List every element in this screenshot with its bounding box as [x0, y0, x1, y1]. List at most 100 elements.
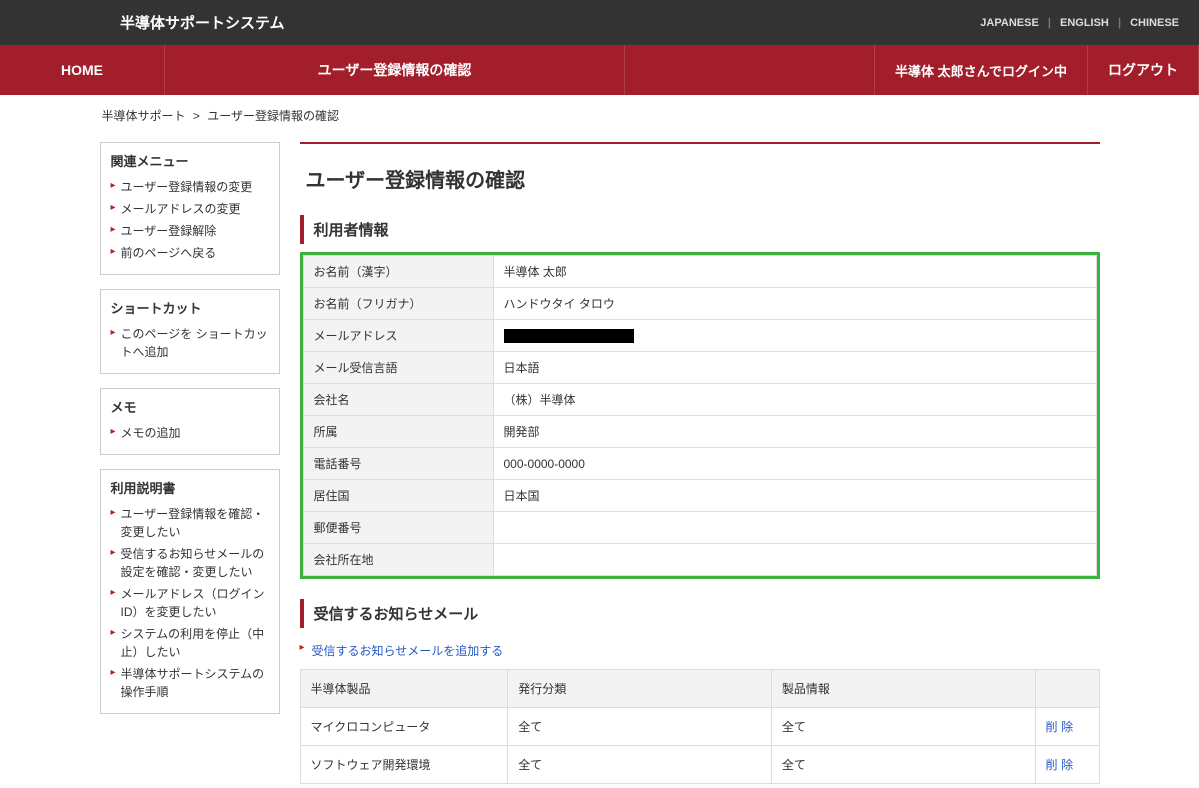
value: 000-0000-0000: [493, 448, 1096, 480]
sidebar-list: ユーザー登録情報を確認・変更したい 受信するお知らせメールの設定を確認・変更した…: [111, 503, 269, 703]
nav-spacer: [625, 45, 874, 95]
col-action: [1035, 670, 1099, 708]
delete-link[interactable]: 削除: [1046, 720, 1077, 734]
table-row: お名前（漢字）半導体 太郎: [303, 256, 1096, 288]
sidebar-box-title: ショートカット: [111, 298, 269, 317]
cell-info: 全て: [771, 746, 1035, 784]
breadcrumb: 半導体サポート > ユーザー登録情報の確認: [100, 107, 1100, 124]
table-header-row: 半導体製品 発行分類 製品情報: [300, 670, 1099, 708]
sidebar-list: メモの追加: [111, 422, 269, 444]
sidebar-box-title: 関連メニュー: [111, 151, 269, 170]
value: 半導体 太郎: [493, 256, 1096, 288]
label: 会社所在地: [303, 544, 493, 576]
sidebar-link[interactable]: ユーザー登録情報を確認・変更したい: [121, 507, 265, 539]
table-row: 所属開発部: [303, 416, 1096, 448]
sidebar-box-related: 関連メニュー ユーザー登録情報の変更 メールアドレスの変更 ユーザー登録解除 前…: [100, 142, 280, 275]
sidebar-link[interactable]: メールアドレスの変更: [121, 202, 241, 216]
sidebar-item[interactable]: ユーザー登録情報を確認・変更したい: [111, 503, 269, 543]
main-content: ユーザー登録情報の確認 利用者情報 お名前（漢字）半導体 太郎 お名前（フリガナ…: [300, 142, 1100, 784]
table-row: ソフトウェア開発環境 全て 全て 削除: [300, 746, 1099, 784]
table-row: マイクロコンピュータ 全て 全て 削除: [300, 708, 1099, 746]
value: [493, 512, 1096, 544]
value: ハンドウタイ タロウ: [493, 288, 1096, 320]
table-row: メール受信言語日本語: [303, 352, 1096, 384]
sidebar-link[interactable]: 前のページへ戻る: [121, 246, 217, 260]
add-mail-link-row: 受信するお知らせメールを追加する: [300, 636, 1100, 669]
sidebar-link[interactable]: このページを ショートカットへ追加: [121, 327, 268, 359]
label: お名前（漢字）: [303, 256, 493, 288]
sidebar-item[interactable]: メモの追加: [111, 422, 269, 444]
cell-product: マイクロコンピュータ: [300, 708, 508, 746]
sidebar-link[interactable]: ユーザー登録情報の変更: [121, 180, 253, 194]
cell-category: 全て: [508, 746, 772, 784]
delete-link[interactable]: 削除: [1046, 758, 1077, 772]
label: メール受信言語: [303, 352, 493, 384]
separator: |: [1048, 17, 1051, 29]
lang-chinese[interactable]: CHINESE: [1130, 17, 1179, 29]
cell-action: 削除: [1035, 708, 1099, 746]
table-row: 郵便番号: [303, 512, 1096, 544]
lang-japanese[interactable]: JAPANESE: [980, 17, 1038, 29]
table-row: 居住国日本国: [303, 480, 1096, 512]
table-row: 会社名（株）半導体: [303, 384, 1096, 416]
value: （株）半導体: [493, 384, 1096, 416]
nav-current-page[interactable]: ユーザー登録情報の確認: [165, 45, 625, 95]
sidebar-item[interactable]: 前のページへ戻る: [111, 242, 269, 264]
lang-english[interactable]: ENGLISH: [1060, 17, 1109, 29]
sidebar-link[interactable]: メールアドレス（ログインID）を変更したい: [121, 587, 265, 619]
sidebar-item[interactable]: 受信するお知らせメールの設定を確認・変更したい: [111, 543, 269, 583]
sidebar-box-shortcut: ショートカット このページを ショートカットへ追加: [100, 289, 280, 374]
sidebar-item[interactable]: メールアドレスの変更: [111, 198, 269, 220]
sidebar-item[interactable]: ユーザー登録解除: [111, 220, 269, 242]
cell-action: 削除: [1035, 746, 1099, 784]
user-info-table: お名前（漢字）半導体 太郎 お名前（フリガナ）ハンドウタイ タロウ メールアドレ…: [303, 255, 1097, 576]
redacted-email: [504, 329, 634, 343]
sidebar-box-memo: メモ メモの追加: [100, 388, 280, 455]
sidebar-item[interactable]: このページを ショートカットへ追加: [111, 323, 269, 363]
col-info: 製品情報: [771, 670, 1035, 708]
breadcrumb-sep: >: [193, 109, 200, 123]
container: 半導体サポート > ユーザー登録情報の確認 関連メニュー ユーザー登録情報の変更…: [100, 95, 1100, 784]
sidebar-link[interactable]: 半導体サポートシステムの操作手順: [121, 667, 265, 699]
breadcrumb-root[interactable]: 半導体サポート: [102, 109, 186, 123]
label: 会社名: [303, 384, 493, 416]
sidebar-item[interactable]: 半導体サポートシステムの操作手順: [111, 663, 269, 703]
section-header-user-info: 利用者情報: [300, 215, 1100, 244]
value: 日本国: [493, 480, 1096, 512]
col-product: 半導体製品: [300, 670, 508, 708]
label: 電話番号: [303, 448, 493, 480]
table-row: 電話番号000-0000-0000: [303, 448, 1096, 480]
nav-bar: HOME ユーザー登録情報の確認 半導体 太郎さんでログイン中 ログアウト: [0, 45, 1199, 95]
value: 日本語: [493, 352, 1096, 384]
sidebar-link[interactable]: ユーザー登録解除: [121, 224, 217, 238]
sidebar-item[interactable]: ユーザー登録情報の変更: [111, 176, 269, 198]
sidebar-list: このページを ショートカットへ追加: [111, 323, 269, 363]
layout: 関連メニュー ユーザー登録情報の変更 メールアドレスの変更 ユーザー登録解除 前…: [100, 142, 1100, 784]
table-row: お名前（フリガナ）ハンドウタイ タロウ: [303, 288, 1096, 320]
label: 郵便番号: [303, 512, 493, 544]
sidebar-item[interactable]: メールアドレス（ログインID）を変更したい: [111, 583, 269, 623]
main-divider: [300, 142, 1100, 144]
sidebar: 関連メニュー ユーザー登録情報の変更 メールアドレスの変更 ユーザー登録解除 前…: [100, 142, 280, 784]
top-bar: 半導体サポートシステム JAPANESE | ENGLISH | CHINESE: [0, 0, 1199, 45]
label: メールアドレス: [303, 320, 493, 352]
sidebar-box-title: メモ: [111, 397, 269, 416]
sidebar-box-manual: 利用説明書 ユーザー登録情報を確認・変更したい 受信するお知らせメールの設定を確…: [100, 469, 280, 714]
sidebar-link[interactable]: メモの追加: [121, 426, 181, 440]
cell-product: ソフトウェア開発環境: [300, 746, 508, 784]
section-header-mail: 受信するお知らせメール: [300, 599, 1100, 628]
nav-home[interactable]: HOME: [0, 45, 165, 95]
sidebar-list: ユーザー登録情報の変更 メールアドレスの変更 ユーザー登録解除 前のページへ戻る: [111, 176, 269, 264]
sidebar-link[interactable]: システムの利用を停止（中止）したい: [121, 627, 265, 659]
system-title: 半導体サポートシステム: [120, 12, 980, 33]
col-category: 発行分類: [508, 670, 772, 708]
table-row: メールアドレス: [303, 320, 1096, 352]
page-title: ユーザー登録情報の確認: [300, 164, 1100, 193]
add-mail-link[interactable]: 受信するお知らせメールを追加する: [312, 644, 504, 658]
sidebar-box-title: 利用説明書: [111, 478, 269, 497]
sidebar-item[interactable]: システムの利用を停止（中止）したい: [111, 623, 269, 663]
sidebar-link[interactable]: 受信するお知らせメールの設定を確認・変更したい: [121, 547, 265, 579]
user-info-highlight: お名前（漢字）半導体 太郎 お名前（フリガナ）ハンドウタイ タロウ メールアドレ…: [300, 252, 1100, 579]
nav-logout[interactable]: ログアウト: [1088, 45, 1199, 95]
value: [493, 544, 1096, 576]
